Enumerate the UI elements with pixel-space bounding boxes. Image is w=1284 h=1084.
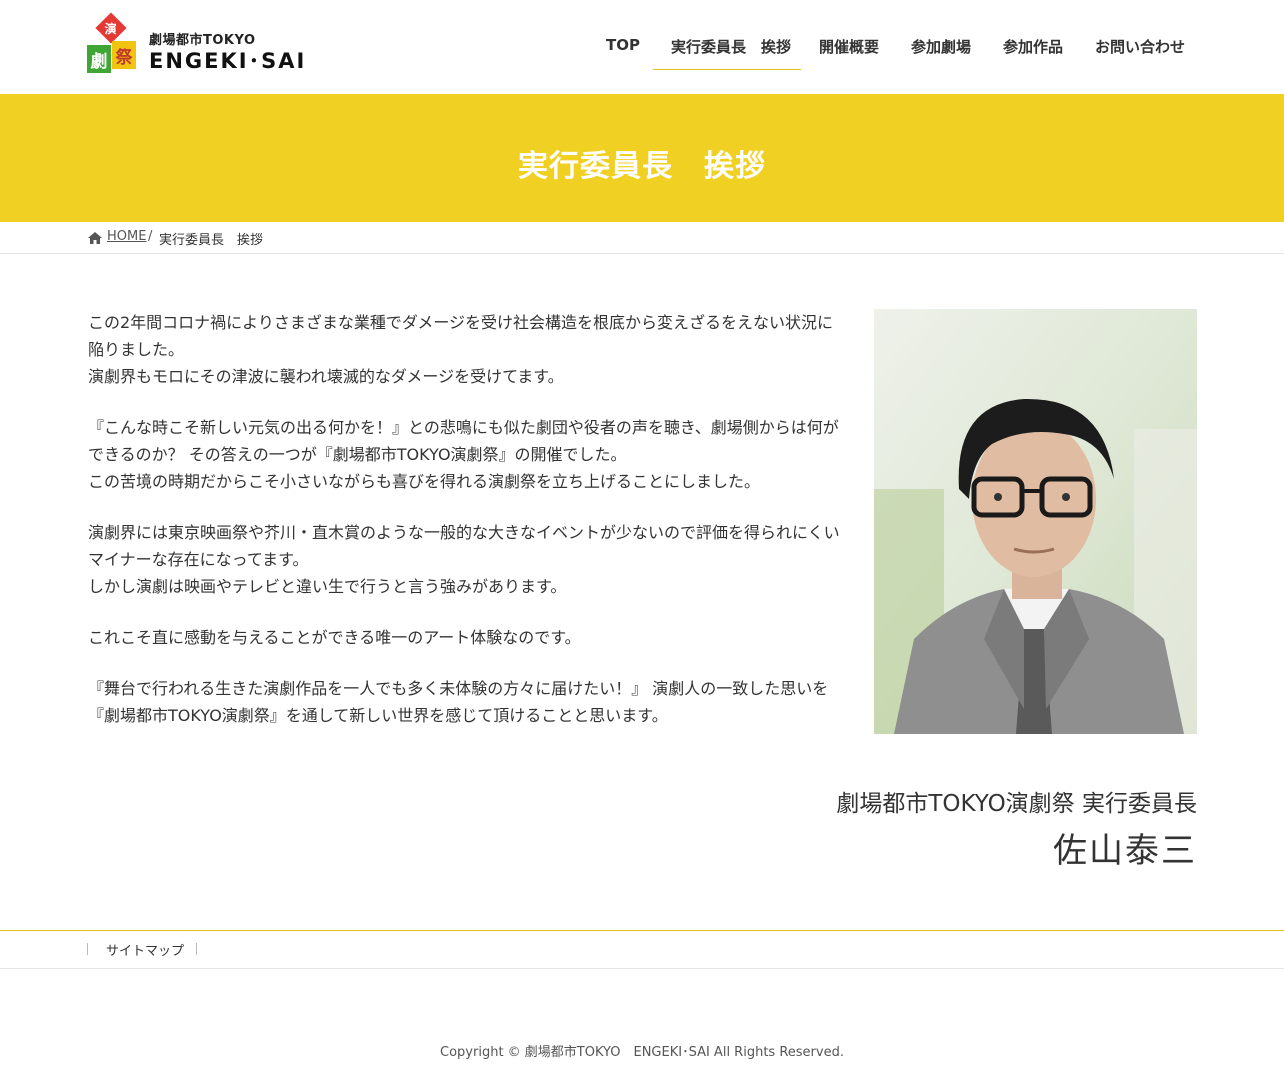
nav-overview[interactable]: 開催概要: [819, 36, 879, 57]
greeting-message: この2年間コロナ禍によりさまざまな業種でダメージを受け社会構造を根底から変えざる…: [88, 309, 848, 753]
footer-divider: [196, 943, 197, 955]
message-line: 演劇界には東京映画祭や芥川・直木賞のような一般的な大きなイベントが少ないので評価…: [88, 523, 840, 542]
breadcrumb-current: 実行委員長 挨拶: [159, 233, 264, 248]
message-line: マイナーな存在になってます。: [88, 550, 309, 569]
message-line: 『舞台で行われる生きた演劇作品を一人でも多く未体験の方々に届けたい！』 演劇人の…: [88, 679, 829, 698]
home-icon: [88, 232, 102, 244]
message-paragraph: これこそ直に感動を与えることができる唯一のアート体験なのです。: [88, 624, 848, 651]
message-paragraph: 『舞台で行われる生きた演劇作品を一人でも多く未体験の方々に届けたい！』 演劇人の…: [88, 675, 848, 729]
nav-top[interactable]: TOP: [606, 36, 640, 54]
nav-contact[interactable]: お問い合わせ: [1095, 36, 1185, 57]
signature-name: 佐山泰三: [1053, 831, 1197, 871]
global-nav: TOP 実行委員長 挨拶 開催概要 参加劇場 参加作品 お問い合わせ: [0, 0, 1284, 94]
copyright: Copyright © 劇場都市TOKYO ENGEKI･SAI All Rig…: [440, 1045, 844, 1060]
message-line: 『こんな時こそ新しい元気の出る何かを！』との悲鳴にも似た劇団や役者の声を聴き、劇…: [88, 418, 839, 437]
breadcrumb-separator: /: [148, 229, 153, 244]
nav-theaters[interactable]: 参加劇場: [911, 36, 971, 57]
site-header: 演 劇 祭 劇場都市TOKYO ENGEKI･SAI TOP 実行委員長 挨拶 …: [0, 0, 1284, 94]
message-paragraph: この2年間コロナ禍によりさまざまな業種でダメージを受け社会構造を根底から変えざる…: [88, 309, 848, 390]
message-paragraph: 演劇界には東京映画祭や芥川・直木賞のような一般的な大きなイベントが少ないので評価…: [88, 519, 848, 600]
message-line: 『劇場都市TOKYO演劇祭』を通して新しい世界を感じて頂けることと思います。: [88, 706, 668, 725]
message-line: この2年間コロナ禍によりさまざまな業種でダメージを受け社会構造を根底から変えざる…: [88, 313, 834, 332]
message-line: これこそ直に感動を与えることができる唯一のアート体験なのです。: [88, 628, 581, 647]
nav-works[interactable]: 参加作品: [1003, 36, 1063, 57]
breadcrumb-home-link[interactable]: HOME: [107, 229, 146, 244]
nav-active-indicator: [653, 69, 801, 70]
signature-organization: 劇場都市TOKYO演劇祭 実行委員長: [836, 791, 1197, 817]
nav-greeting[interactable]: 実行委員長 挨拶: [671, 36, 791, 57]
message-paragraph: 『こんな時こそ新しい元気の出る何かを！』との悲鳴にも似た劇団や役者の声を聴き、劇…: [88, 414, 848, 495]
footer-nav: [0, 930, 1284, 969]
footer-link-sitemap[interactable]: サイトマップ: [106, 940, 184, 959]
page-title: 実行委員長 挨拶: [518, 149, 766, 184]
message-line: この苦境の時期だからこそ小さいながらも喜びを得れる演劇祭を立ち上げることにしまし…: [88, 472, 761, 491]
message-line: できるのか？ その答えの一つが『劇場都市TOKYO演劇祭』の開催でした。: [88, 445, 627, 464]
message-line: しかし演劇は映画やテレビと違い生で行うと言う強みがあります。: [88, 577, 567, 596]
message-line: 演劇界もモロにその津波に襲われ壊滅的なダメージを受けてます。: [88, 367, 564, 386]
message-line: 陥りました。: [88, 340, 185, 359]
footer-divider: [87, 943, 88, 955]
chairman-portrait: [874, 309, 1197, 734]
